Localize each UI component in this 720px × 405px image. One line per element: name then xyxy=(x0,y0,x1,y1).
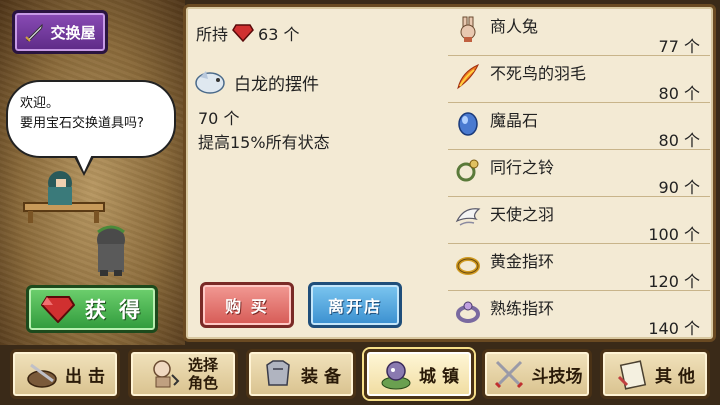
sword-icon xyxy=(25,23,43,42)
nav-equipment-label: 装 备 xyxy=(301,366,341,387)
item-price: 77 个 xyxy=(658,37,700,56)
sortie-icon xyxy=(27,363,57,388)
nav-arena-label: 斗技场 xyxy=(531,366,583,387)
owned-gems: 所持 63 个 xyxy=(196,21,299,45)
nav-character-select[interactable]: 选择 角色 xyxy=(128,349,238,399)
npc-speech-bubble: 欢迎。 要用宝石交换道具吗? xyxy=(6,80,176,158)
nav-other[interactable]: 其 他 xyxy=(600,349,710,399)
other-icon xyxy=(617,360,647,390)
selected-item-description: 提高15%所有状态 xyxy=(198,133,330,152)
nav-character-select-label: 选择 角色 xyxy=(188,356,218,392)
list-item[interactable]: 天使之羽 100 个 xyxy=(448,197,710,244)
item-name: 天使之羽 xyxy=(490,205,555,224)
rabbit-icon xyxy=(460,16,476,42)
list-item[interactable]: 同行之铃 90 个 xyxy=(448,150,710,197)
town-icon xyxy=(381,361,411,390)
skill-ring-icon xyxy=(456,301,480,323)
list-item[interactable]: 商人兔 77 个 xyxy=(448,9,710,56)
owned-value: 63 个 xyxy=(258,25,300,44)
item-price: 140 个 xyxy=(648,319,700,338)
shop-panel: 所持 63 个 白龙的摆件 70 个 提高15%所有状态 购 买 离开店 商人兔… xyxy=(183,4,716,342)
shopkeeper-sprite xyxy=(23,171,105,223)
speech-tail xyxy=(74,150,94,172)
get-button-label: 获 得 xyxy=(84,298,144,322)
list-item[interactable]: 熟练指环 140 个 xyxy=(448,291,710,338)
npc-greeting-line1: 欢迎。 xyxy=(20,96,60,111)
selected-item-name-row: 白龙的摆件 xyxy=(194,67,319,97)
selected-item-name: 白龙的摆件 xyxy=(234,74,319,95)
shop-title: 交换屋 xyxy=(50,23,96,42)
leave-shop-button[interactable]: 离开店 xyxy=(308,282,402,328)
white-dragon-icon xyxy=(195,71,225,94)
arena-icon xyxy=(494,360,523,389)
nav-town-label: 城 镇 xyxy=(419,366,459,387)
owned-label: 所持 xyxy=(196,25,229,44)
angel-wing-icon xyxy=(455,208,481,226)
item-name: 黄金指环 xyxy=(490,252,555,271)
magic-crystal-icon xyxy=(458,112,478,136)
item-name: 魔晶石 xyxy=(490,111,539,130)
shop-scene: 交换屋 欢迎。 要用宝石交换道具吗? 获 得 xyxy=(0,0,185,345)
phoenix-feather-icon xyxy=(457,64,480,90)
ruby-icon xyxy=(40,296,75,323)
item-price: 120 个 xyxy=(648,272,700,291)
item-price: 80 个 xyxy=(658,131,700,150)
armor-icon xyxy=(266,360,290,386)
nav-sortie-label: 出 击 xyxy=(65,366,105,387)
shop-title-badge: 交换屋 xyxy=(12,10,108,54)
nav-town[interactable]: 城 镇 xyxy=(364,349,474,399)
character-select-icon xyxy=(153,360,180,388)
list-item[interactable]: 不死鸟的羽毛 80 个 xyxy=(448,56,710,103)
item-name: 熟练指环 xyxy=(490,299,555,318)
item-price: 90 个 xyxy=(658,178,700,197)
item-list: 商人兔 77 个 不死鸟的羽毛 80 个 魔晶石 80 个 同行之铃 90 个 … xyxy=(448,9,710,338)
bell-icon xyxy=(456,159,479,182)
item-name: 同行之铃 xyxy=(490,158,555,177)
item-name: 不死鸟的羽毛 xyxy=(490,64,587,83)
npc-greeting-line2: 要用宝石交换道具吗? xyxy=(20,116,144,131)
gold-ring-icon xyxy=(456,257,480,275)
get-button[interactable]: 获 得 xyxy=(26,285,158,333)
item-name: 商人兔 xyxy=(490,17,539,36)
list-item[interactable]: 黄金指环 120 个 xyxy=(448,244,710,291)
list-item[interactable]: 魔晶石 80 个 xyxy=(448,103,710,150)
nav-character-select-line2: 角色 xyxy=(187,374,218,392)
player-sprite xyxy=(97,225,125,276)
bottom-nav: 出 击 选择 角色 装 备 城 镇 斗技场 其 他 xyxy=(0,345,720,405)
buy-button[interactable]: 购 买 xyxy=(200,282,294,328)
nav-arena[interactable]: 斗技场 xyxy=(482,349,592,399)
nav-character-select-line1: 选择 xyxy=(187,356,218,374)
item-price: 80 个 xyxy=(658,84,700,103)
ruby-icon xyxy=(232,24,254,42)
nav-equipment[interactable]: 装 备 xyxy=(246,349,356,399)
nav-sortie[interactable]: 出 击 xyxy=(10,349,120,399)
item-price: 100 个 xyxy=(648,225,700,244)
nav-other-label: 其 他 xyxy=(655,366,695,387)
selected-item-price: 70 个 xyxy=(198,109,240,128)
